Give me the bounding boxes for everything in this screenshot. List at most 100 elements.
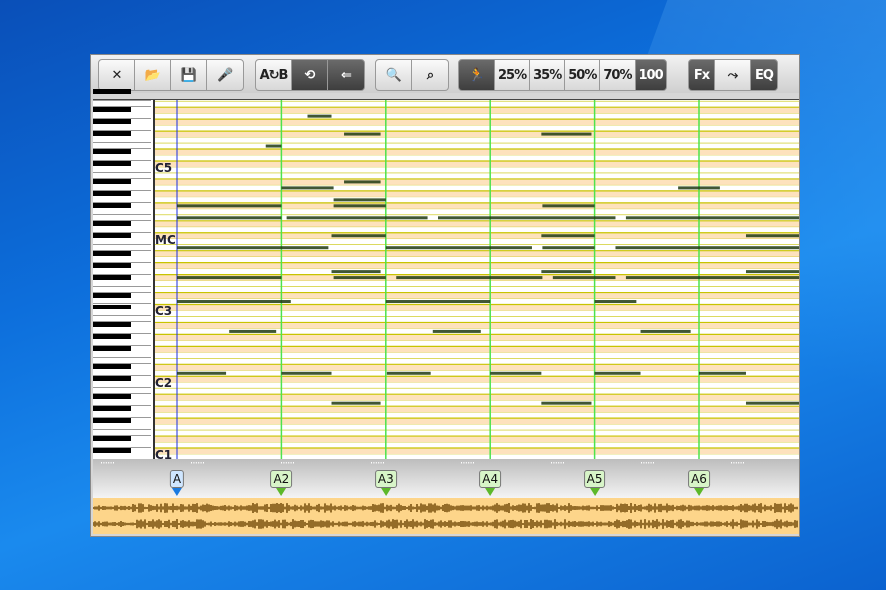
marker-a4[interactable]: A4 (479, 470, 502, 496)
white-key[interactable] (93, 310, 151, 317)
audio-waveform[interactable] (92, 498, 799, 534)
white-key[interactable] (93, 328, 151, 335)
arrow-left-bars-icon: ⇐ (341, 67, 352, 83)
waveform-channel (92, 503, 798, 513)
speed-50-button[interactable]: 50% (565, 60, 601, 90)
speed-button[interactable]: 🏃 (459, 60, 495, 90)
black-key[interactable] (93, 346, 131, 352)
ruler-tick (650, 462, 652, 464)
white-key[interactable] (93, 442, 151, 449)
white-key[interactable] (93, 370, 151, 377)
white-key[interactable] (93, 316, 151, 323)
white-key[interactable] (93, 382, 151, 389)
black-key[interactable] (93, 149, 131, 154)
white-key[interactable] (93, 400, 151, 407)
black-key[interactable] (93, 304, 131, 310)
black-key[interactable] (93, 202, 131, 208)
white-key[interactable] (93, 173, 151, 179)
fx-button[interactable]: Fx (689, 60, 715, 90)
close-button[interactable]: ✕ (99, 60, 135, 90)
route-button[interactable]: ⤳ (715, 60, 751, 90)
marker-track[interactable]: A A2 A3 A4 A5 A6 (93, 459, 799, 498)
white-key[interactable] (93, 197, 151, 203)
marker-a[interactable]: A (169, 470, 185, 496)
piano-roll[interactable]: C5 MC C3 C2 C1 (93, 89, 799, 466)
white-key[interactable] (93, 352, 151, 359)
black-key[interactable] (93, 262, 131, 268)
marker-a3[interactable]: A3 (374, 470, 397, 496)
black-key[interactable] (93, 160, 131, 166)
black-key[interactable] (93, 448, 131, 453)
black-key[interactable] (93, 364, 131, 370)
white-key[interactable] (93, 101, 151, 108)
black-key[interactable] (93, 190, 131, 196)
marker-a5[interactable]: A5 (583, 470, 606, 496)
white-key[interactable] (93, 281, 151, 287)
white-key[interactable] (93, 412, 151, 419)
ruler-tick (738, 462, 740, 464)
white-key[interactable] (93, 257, 151, 263)
white-key[interactable] (93, 125, 151, 132)
black-key[interactable] (93, 376, 131, 382)
black-key[interactable] (93, 178, 131, 184)
open-button[interactable]: 📂 (135, 60, 171, 90)
ruler-tick (193, 462, 195, 464)
white-key[interactable] (93, 430, 151, 437)
save-button[interactable]: 💾 (171, 60, 207, 90)
toolbar-group: 🔍 ⌕ (375, 59, 449, 91)
black-key[interactable] (93, 394, 131, 400)
white-key[interactable] (93, 185, 151, 191)
octave-label: MC (155, 232, 176, 247)
black-key[interactable] (93, 250, 131, 256)
white-key[interactable] (93, 137, 151, 144)
white-key[interactable] (93, 239, 151, 245)
pitch-note (386, 371, 431, 375)
piano-keyboard[interactable] (93, 89, 155, 466)
black-key[interactable] (93, 418, 131, 424)
black-key[interactable] (93, 220, 131, 226)
black-key[interactable] (93, 436, 131, 442)
white-key[interactable] (93, 245, 151, 251)
black-key[interactable] (93, 131, 131, 137)
black-key[interactable] (93, 89, 131, 95)
white-key[interactable] (93, 299, 151, 305)
black-key[interactable] (93, 119, 131, 125)
eq-button[interactable]: EQ (751, 60, 777, 90)
white-key[interactable] (93, 209, 151, 215)
speed-100-button[interactable]: 100 (635, 60, 666, 90)
white-key[interactable] (93, 95, 151, 102)
microphone-button[interactable]: 🎤 (207, 60, 243, 90)
black-key[interactable] (93, 406, 131, 412)
white-key[interactable] (93, 358, 151, 365)
black-key[interactable] (93, 334, 131, 340)
speed-25-button[interactable]: 25% (495, 60, 531, 90)
black-key[interactable] (93, 292, 131, 298)
ab-swap-button[interactable]: A↻B (256, 60, 292, 90)
white-key[interactable] (93, 388, 151, 395)
marker-a6[interactable]: A6 (688, 470, 710, 496)
black-key[interactable] (93, 232, 131, 238)
speed-35-button[interactable]: 35% (530, 60, 566, 90)
zoom-out-button[interactable]: ⌕ (412, 60, 448, 90)
white-key[interactable] (93, 287, 151, 293)
loop-button[interactable]: ⟲ (292, 60, 328, 90)
pitch-note (331, 401, 381, 405)
white-key[interactable] (93, 155, 151, 161)
toolbar-group: Fx ⤳ EQ (688, 59, 778, 91)
black-key[interactable] (93, 274, 131, 280)
black-key[interactable] (93, 107, 131, 113)
white-key[interactable] (93, 227, 151, 233)
white-key[interactable] (93, 340, 151, 347)
white-key[interactable] (93, 167, 151, 173)
white-key[interactable] (93, 424, 151, 431)
jump-start-button[interactable]: ⇐ (328, 60, 364, 90)
white-key[interactable] (93, 113, 151, 120)
marker-a2[interactable]: A2 (270, 470, 293, 496)
zoom-page-button[interactable]: 🔍 (376, 60, 412, 90)
white-key[interactable] (93, 143, 151, 150)
speed-70-button[interactable]: 70% (600, 60, 636, 90)
black-key[interactable] (93, 322, 131, 328)
white-key[interactable] (93, 269, 151, 275)
ruler-tick (558, 462, 560, 464)
white-key[interactable] (93, 215, 151, 221)
